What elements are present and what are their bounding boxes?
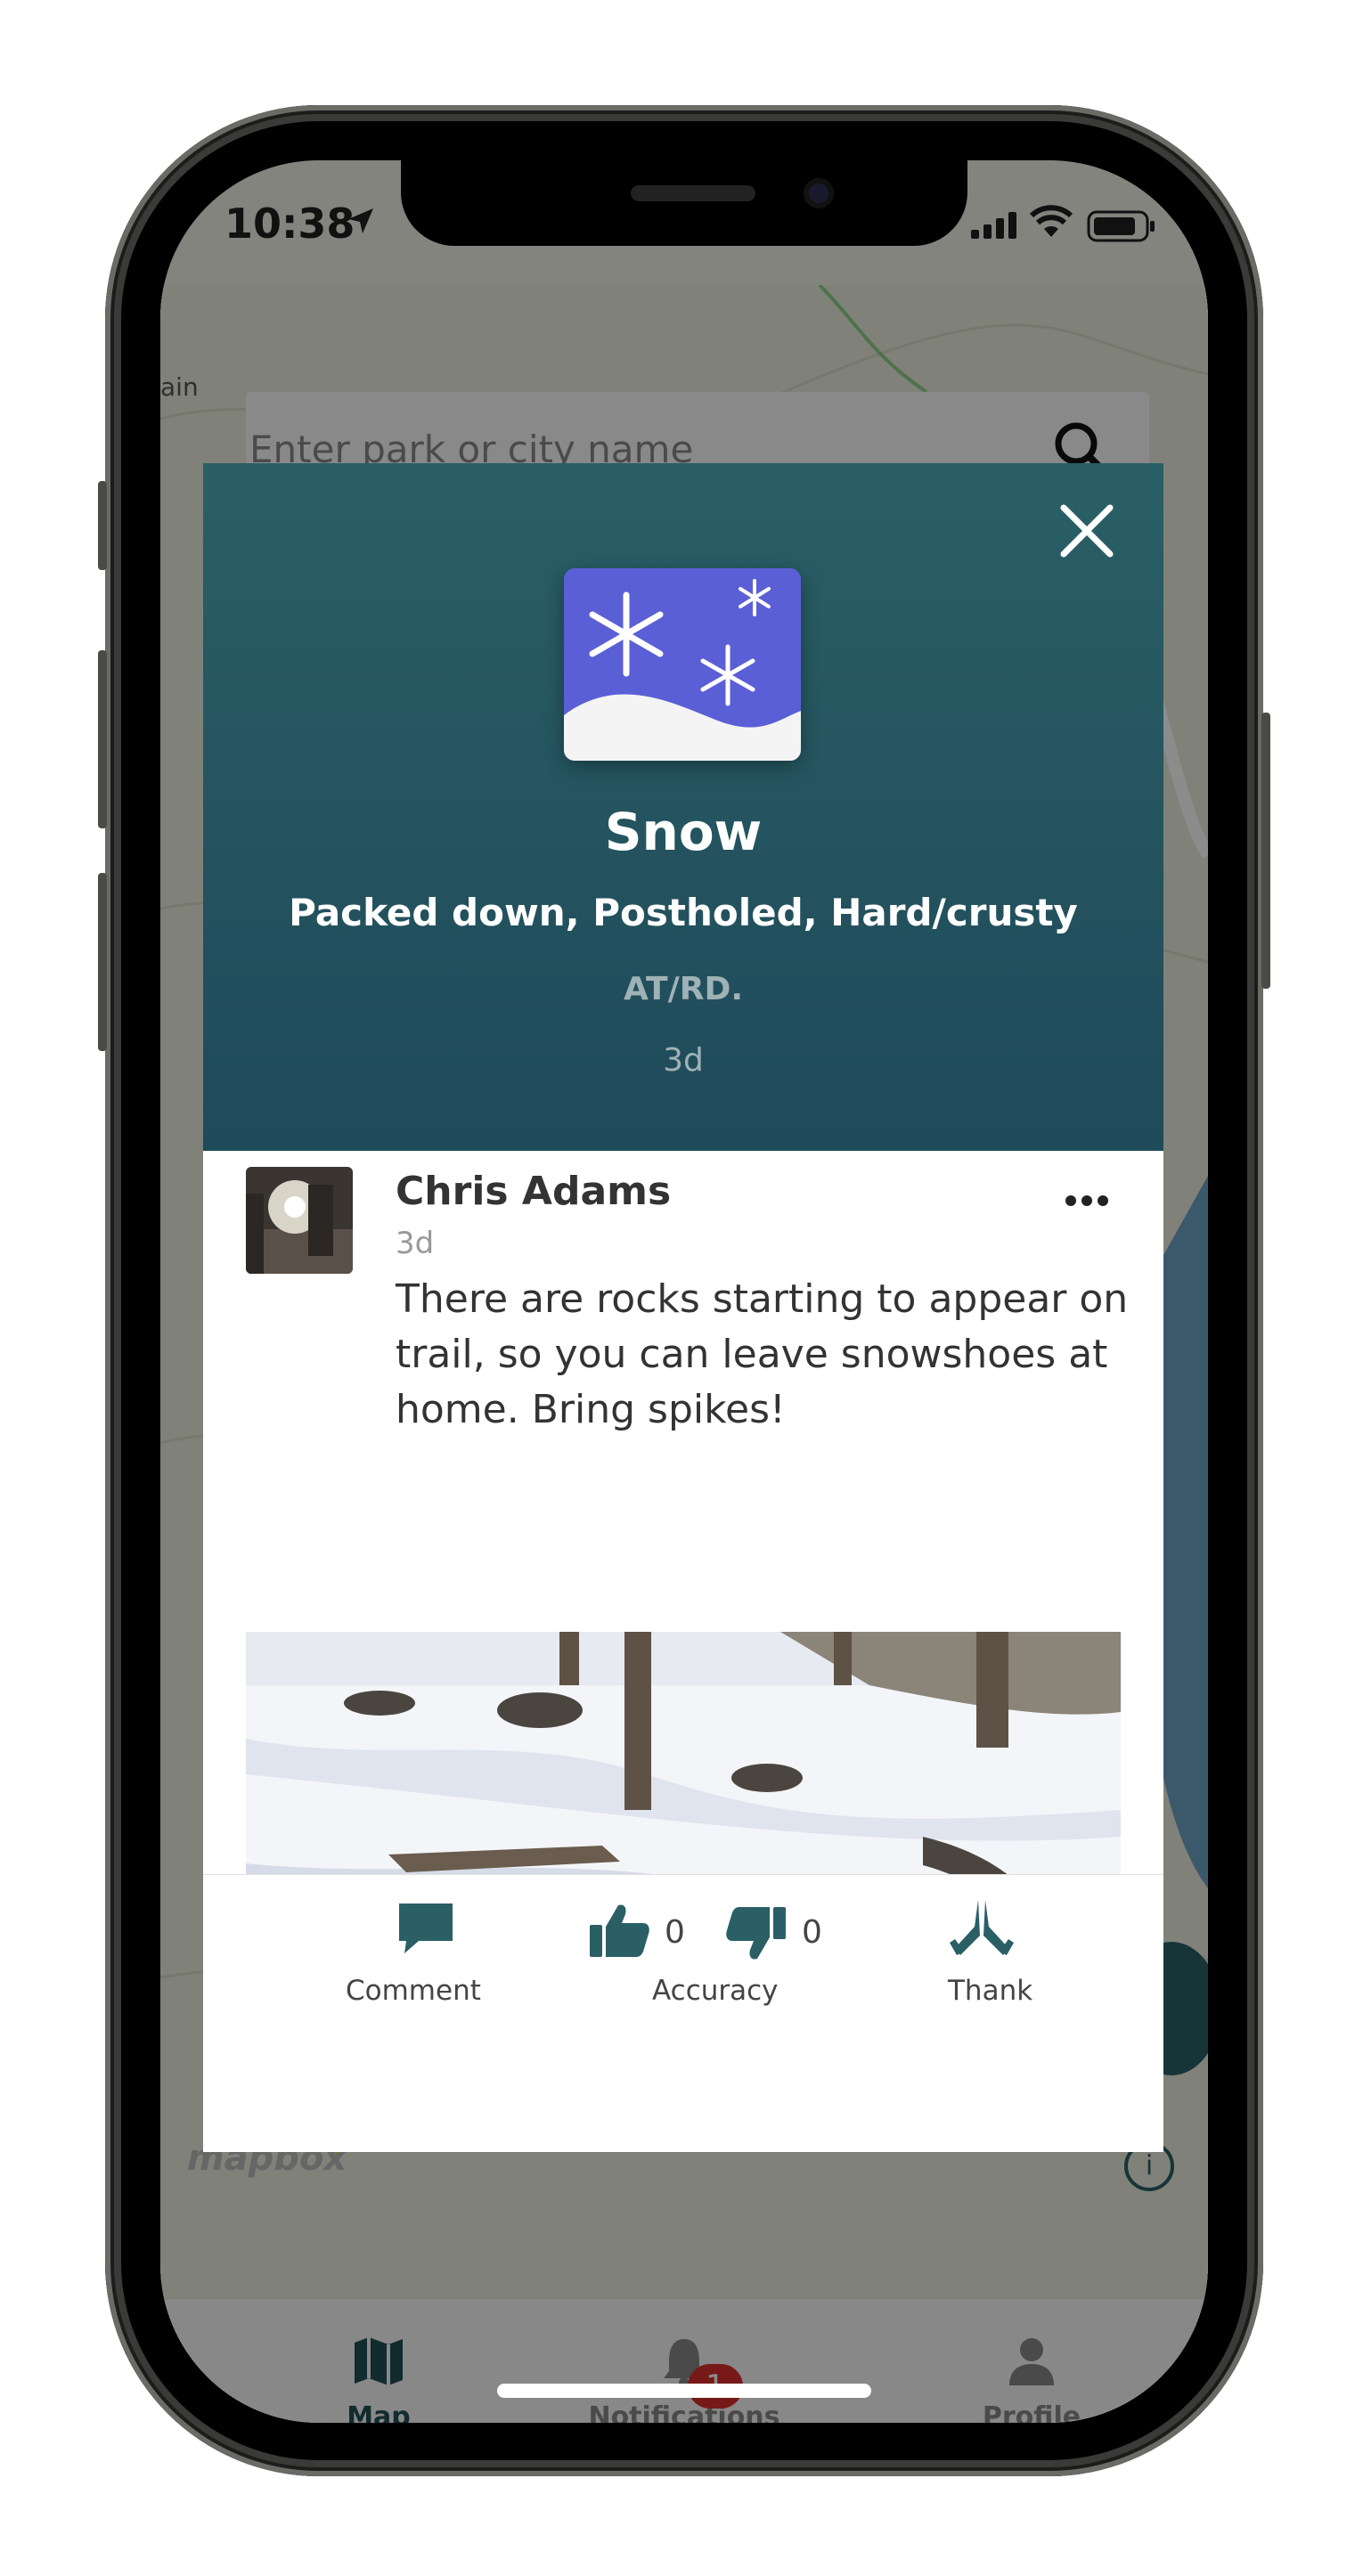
report-age: 3d <box>663 1042 704 1079</box>
comment-label: Comment <box>346 1975 481 2007</box>
praying-hands-icon <box>950 1900 1014 1955</box>
comment-button[interactable]: Comment <box>337 1893 515 2018</box>
volume-down-button <box>98 873 107 1051</box>
snow-condition-icon <box>564 568 801 761</box>
status-time: 10:38 <box>224 200 355 248</box>
condition-title: Snow <box>604 802 763 862</box>
cellular-signal-icon <box>971 212 1016 239</box>
earpiece-speaker <box>631 185 755 201</box>
front-camera <box>804 178 834 208</box>
condition-report-modal: Snow Packed down, Postholed, Hard/crusty… <box>203 463 1163 2152</box>
home-indicator[interactable] <box>497 2384 871 2398</box>
comment-icon <box>399 1903 453 1953</box>
post-text: There are rocks starting to appear on tr… <box>396 1276 1129 1432</box>
camera-notch <box>401 160 967 246</box>
thumbs-up-icon[interactable] <box>588 1902 650 1959</box>
post-author[interactable]: Chris Adams <box>396 1169 671 1214</box>
condition-subtitle: Packed down, Postholed, Hard/crusty <box>289 891 1078 934</box>
post-action-bar: Comment 0 0 Accuracy Thank <box>203 1874 1163 2152</box>
more-options-icon[interactable] <box>1064 1194 1110 1208</box>
volume-up-button <box>98 650 107 828</box>
trail-name[interactable]: AT/RD. <box>203 971 1163 1007</box>
thank-button[interactable]: Thank <box>916 1893 1049 2018</box>
battery-icon <box>1087 210 1155 242</box>
thumbs-down-icon[interactable] <box>725 1905 788 1962</box>
condition-header: Snow Packed down, Postholed, Hard/crusty… <box>203 463 1163 1151</box>
wifi-icon <box>1029 205 1073 237</box>
silent-switch <box>98 481 107 570</box>
location-arrow-icon <box>348 208 373 233</box>
close-icon[interactable] <box>1058 502 1115 559</box>
accuracy-label: Accuracy <box>652 1975 779 2007</box>
phone-screen: ain Enter park or city name mapbox i Map… <box>160 160 1208 2423</box>
thank-label: Thank <box>948 1975 1033 2007</box>
post-age: 3d <box>396 1226 435 1261</box>
power-button <box>1261 713 1270 989</box>
thumbs-up-count: 0 <box>665 1914 685 1951</box>
thumbs-down-count: 0 <box>802 1914 822 1951</box>
avatar[interactable] <box>246 1167 353 1274</box>
